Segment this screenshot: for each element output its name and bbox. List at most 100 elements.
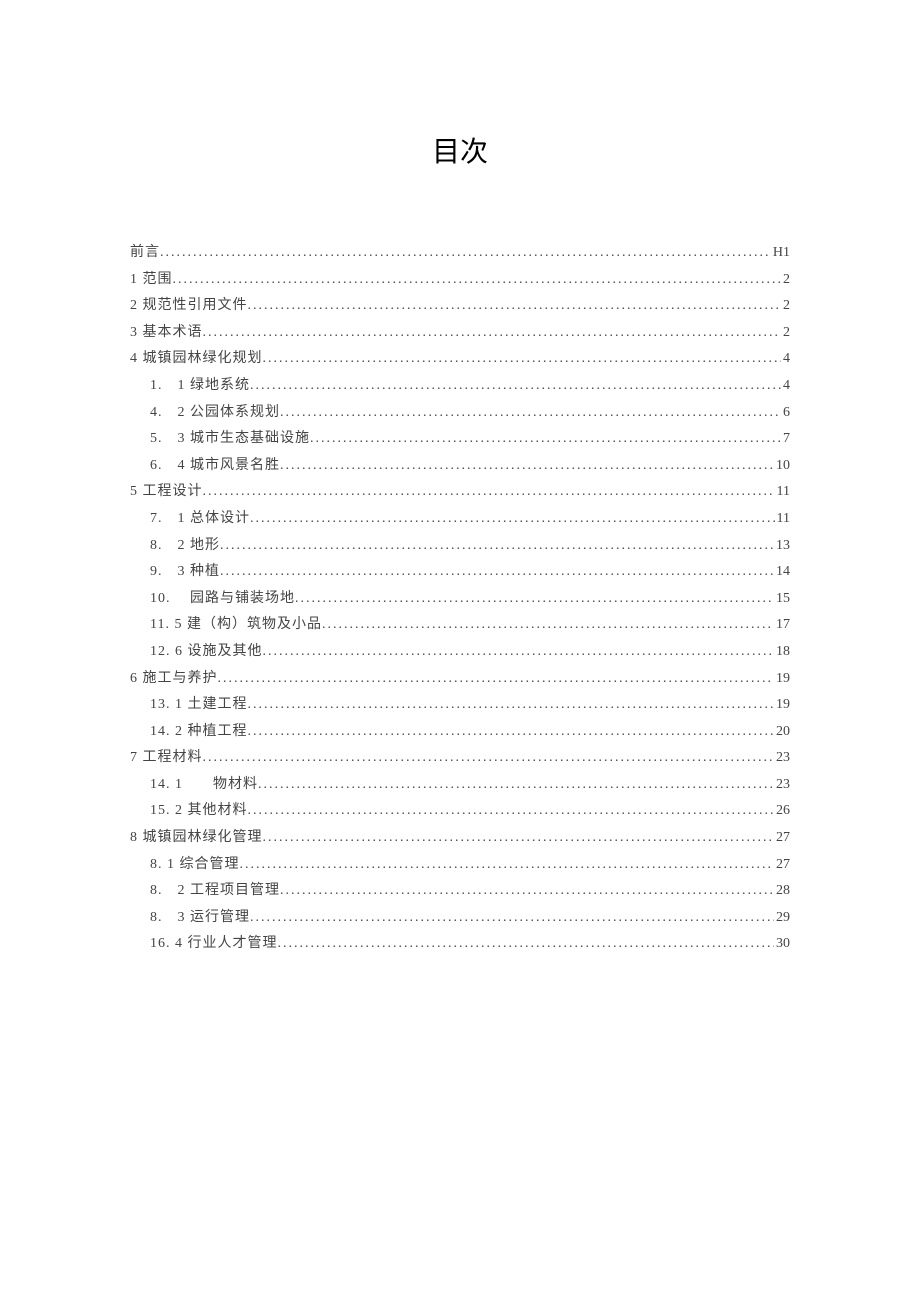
toc-label: 3 基本术语 — [130, 320, 203, 347]
toc-page-number: 11 — [775, 506, 790, 533]
toc-row: 14. 2 种植工程 20 — [130, 719, 790, 746]
toc-row: 5 工程设计 11 — [130, 479, 790, 506]
toc-leader-dots — [203, 745, 775, 772]
toc-row: 8. 2 地形 13 — [130, 533, 790, 560]
toc-label: 7 工程材料 — [130, 745, 203, 772]
toc-label: 16. 4 行业人才管理 — [150, 931, 278, 958]
toc-leader-dots — [218, 666, 775, 693]
toc-label: 10. 园路与铺装场地 — [150, 586, 295, 613]
toc-label: 5. 3 城市生态基础设施 — [150, 426, 310, 453]
toc-row: 16. 4 行业人才管理 30 — [130, 931, 790, 958]
toc-row: 2 规范性引用文件 2 — [130, 293, 790, 320]
toc-page-number: 29 — [774, 905, 790, 932]
toc-leader-dots — [220, 559, 774, 586]
toc-page-number: 27 — [774, 825, 790, 852]
toc-label: 4 城镇园林绿化规划 — [130, 346, 263, 373]
toc-leader-dots — [203, 479, 775, 506]
toc-page-number: 19 — [774, 692, 790, 719]
toc-leader-dots — [250, 506, 775, 533]
table-of-contents: 前言H11 范围22 规范性引用文件23 基本术语24 城镇园林绿化规划41. … — [130, 240, 790, 958]
toc-row: 1. 1 绿地系统4 — [130, 373, 790, 400]
toc-page-number: H1 — [771, 240, 790, 267]
toc-page-number: 15 — [774, 586, 790, 613]
toc-leader-dots — [280, 453, 774, 480]
toc-label: 15. 2 其他材料 — [150, 798, 248, 825]
toc-row: 10. 园路与铺装场地 15 — [130, 586, 790, 613]
toc-row: 5. 3 城市生态基础设施 7 — [130, 426, 790, 453]
toc-row: 14. 1 物材料23 — [130, 772, 790, 799]
toc-row: 8. 1 综合管理27 — [130, 852, 790, 879]
toc-page-number: 6 — [781, 400, 790, 427]
toc-page-number: 30 — [774, 931, 790, 958]
toc-row: 8. 3 运行管理 29 — [130, 905, 790, 932]
toc-page-number: 14 — [774, 559, 790, 586]
toc-page-number: 18 — [774, 639, 790, 666]
toc-row: 15. 2 其他材料 26 — [130, 798, 790, 825]
toc-label: 1 范围 — [130, 267, 173, 294]
toc-label: 7. 1 总体设计 — [150, 506, 250, 533]
toc-leader-dots — [160, 240, 771, 267]
toc-leader-dots — [248, 293, 782, 320]
toc-row: 6. 4 城市风景名胜 10 — [130, 453, 790, 480]
toc-leader-dots — [240, 852, 775, 879]
toc-label: 2 规范性引用文件 — [130, 293, 248, 320]
toc-page-number: 11 — [775, 479, 790, 506]
toc-leader-dots — [248, 798, 775, 825]
toc-label: 11. 5 建（构）筑物及小品 — [150, 612, 322, 639]
page-title: 目次 — [130, 130, 790, 170]
toc-leader-dots — [295, 586, 774, 613]
toc-page-number: 19 — [774, 666, 790, 693]
toc-page-number: 7 — [781, 426, 790, 453]
toc-row: 6 施工与养护 19 — [130, 666, 790, 693]
toc-page-number: 4 — [781, 346, 790, 373]
toc-leader-dots — [263, 825, 775, 852]
toc-row: 11. 5 建（构）筑物及小品17 — [130, 612, 790, 639]
toc-label: 5 工程设计 — [130, 479, 203, 506]
toc-label: 14. 1 物材料 — [150, 772, 258, 799]
toc-row: 1 范围2 — [130, 267, 790, 294]
toc-label: 12. 6 设施及其他 — [150, 639, 263, 666]
toc-leader-dots — [173, 267, 782, 294]
toc-leader-dots — [203, 320, 782, 347]
toc-row: 4 城镇园林绿化规划 4 — [130, 346, 790, 373]
toc-page-number: 2 — [781, 320, 790, 347]
toc-row: 8 城镇园林绿化管理 27 — [130, 825, 790, 852]
toc-page-number: 13 — [774, 533, 790, 560]
toc-label: 8 城镇园林绿化管理 — [130, 825, 263, 852]
toc-label: 1. 1 绿地系统 — [150, 373, 250, 400]
toc-label: 前言 — [130, 240, 160, 267]
toc-label: 4. 2 公园体系规划 — [150, 400, 280, 427]
toc-leader-dots — [310, 426, 781, 453]
toc-row: 7. 1 总体设计 11 — [130, 506, 790, 533]
toc-leader-dots — [278, 931, 775, 958]
toc-leader-dots — [250, 373, 781, 400]
toc-page-number: 23 — [774, 745, 790, 772]
toc-label: 6 施工与养护 — [130, 666, 218, 693]
toc-leader-dots — [248, 692, 775, 719]
toc-leader-dots — [258, 772, 774, 799]
toc-leader-dots — [280, 878, 774, 905]
toc-label: 6. 4 城市风景名胜 — [150, 453, 280, 480]
toc-row: 9. 3 种植 14 — [130, 559, 790, 586]
toc-leader-dots — [250, 905, 774, 932]
toc-row: 12. 6 设施及其他 18 — [130, 639, 790, 666]
toc-page-number: 26 — [774, 798, 790, 825]
toc-leader-dots — [248, 719, 775, 746]
toc-row: 4. 2 公园体系规划 6 — [130, 400, 790, 427]
toc-row: 前言 H1 — [130, 240, 790, 267]
toc-row: 7 工程材料 23 — [130, 745, 790, 772]
toc-page-number: 2 — [781, 293, 790, 320]
toc-label: 8. 2 地形 — [150, 533, 220, 560]
toc-label: 8. 3 运行管理 — [150, 905, 250, 932]
toc-leader-dots — [263, 639, 775, 666]
toc-page-number: 28 — [774, 878, 790, 905]
toc-page-number: 10 — [774, 453, 790, 480]
toc-label: 8. 2 工程项目管理 — [150, 878, 280, 905]
toc-label: 14. 2 种植工程 — [150, 719, 248, 746]
toc-leader-dots — [263, 346, 782, 373]
toc-label: 13. 1 土建工程 — [150, 692, 248, 719]
toc-leader-dots — [280, 400, 781, 427]
toc-leader-dots — [220, 533, 774, 560]
toc-label: 9. 3 种植 — [150, 559, 220, 586]
toc-page-number: 20 — [774, 719, 790, 746]
